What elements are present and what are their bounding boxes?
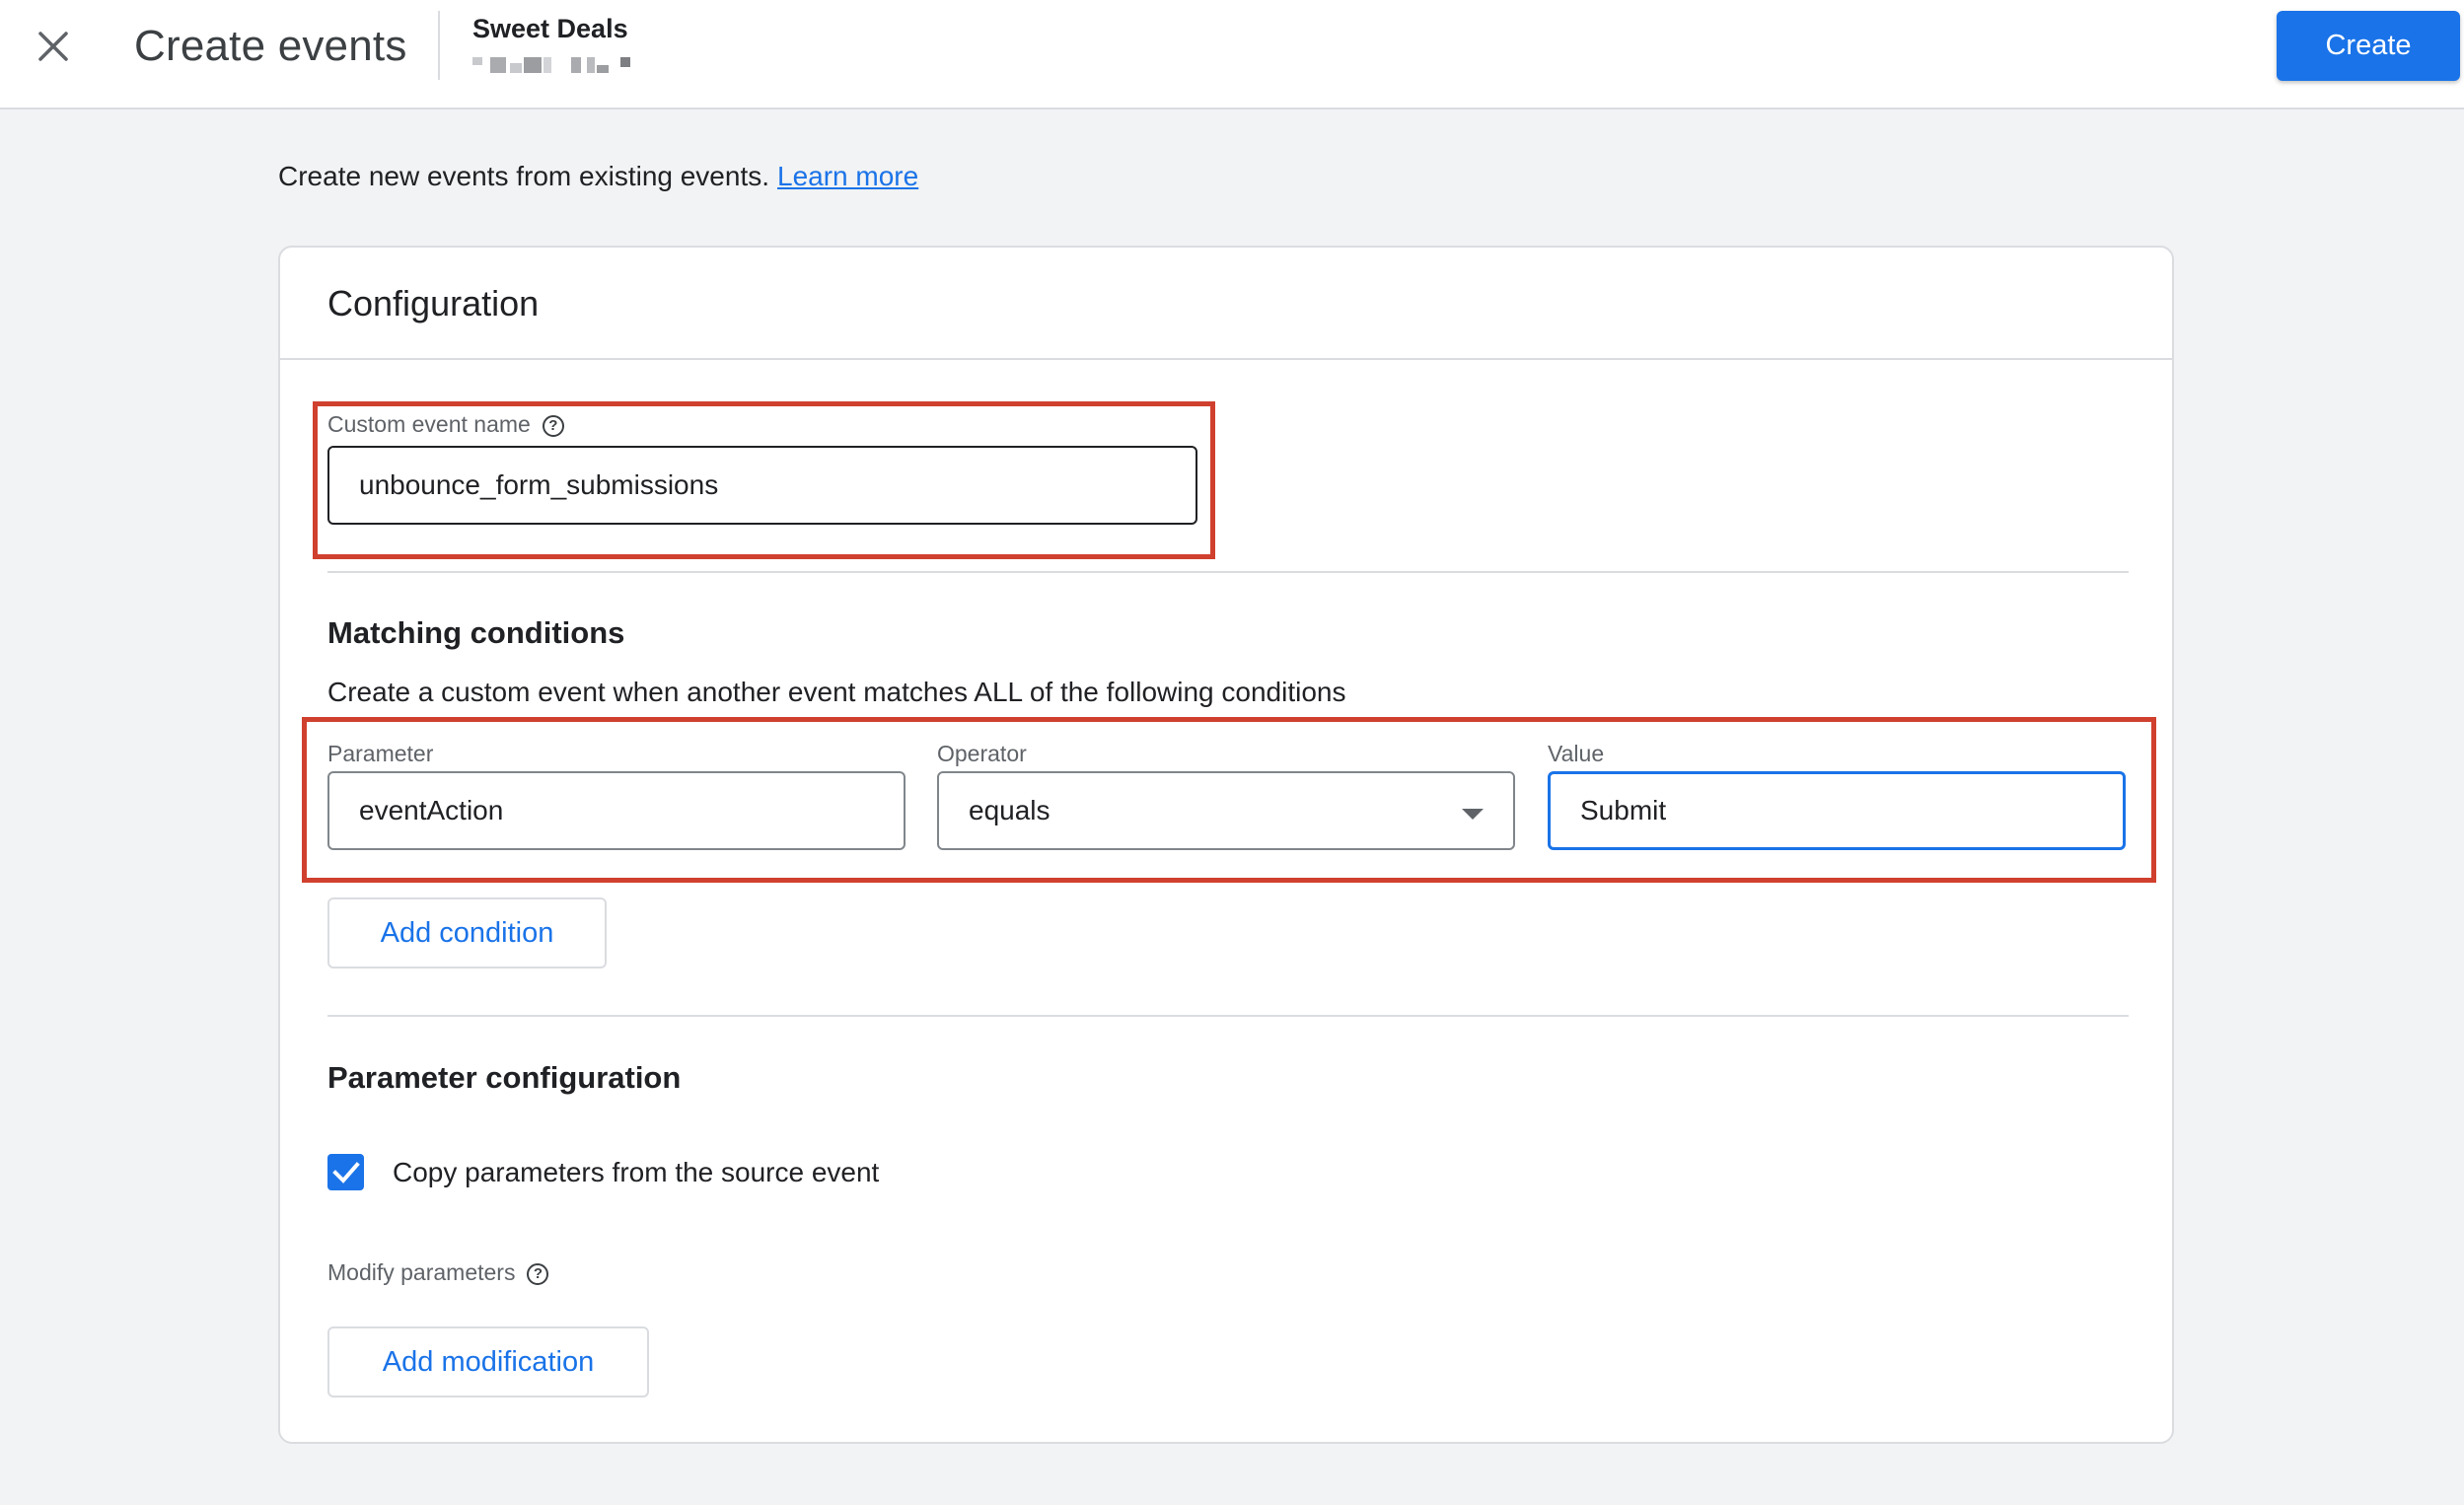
modify-parameters-label-text: Modify parameters <box>327 1259 516 1285</box>
card-header-divider <box>280 358 2172 360</box>
intro-text: Create new events from existing events. L… <box>278 161 918 192</box>
matching-conditions-description: Create a custom event when another event… <box>327 677 1346 707</box>
operator-label: Operator <box>937 741 1027 766</box>
custom-event-name-label: Custom event name? <box>327 411 564 438</box>
account-name: Sweet Deals <box>472 14 628 43</box>
section-divider <box>327 1015 2129 1017</box>
value-input[interactable]: Submit <box>1548 771 2126 850</box>
operator-select[interactable]: equals <box>937 771 1515 850</box>
page-title: Create events <box>134 22 407 70</box>
dropdown-arrow-icon <box>1462 809 1484 820</box>
learn-more-link[interactable]: Learn more <box>777 161 918 191</box>
intro-description: Create new events from existing events. <box>278 161 770 191</box>
header-divider <box>438 11 440 80</box>
account-id-redacted <box>472 53 634 75</box>
help-icon[interactable]: ? <box>527 1262 549 1285</box>
create-button[interactable]: Create <box>2277 11 2460 81</box>
close-icon <box>38 32 68 61</box>
matching-conditions-title: Matching conditions <box>327 615 625 650</box>
value-label: Value <box>1548 741 1605 766</box>
card-title: Configuration <box>327 283 540 323</box>
top-app-bar: Create events Sweet Deals Create <box>0 0 2464 109</box>
custom-event-name-input[interactable]: unbounce_form_submissions <box>327 446 1197 525</box>
modify-parameters-label: Modify parameters? <box>327 1259 549 1286</box>
operator-value: equals <box>969 795 1051 825</box>
section-divider <box>327 571 2129 573</box>
value-value: Submit <box>1580 795 1667 825</box>
parameter-value: eventAction <box>359 795 504 825</box>
close-button[interactable] <box>34 27 73 66</box>
copy-parameters-checkbox[interactable] <box>327 1154 364 1190</box>
help-icon[interactable]: ? <box>542 414 564 437</box>
add-modification-button[interactable]: Add modification <box>327 1326 649 1398</box>
configuration-card: Configuration Custom event name? unbounc… <box>278 246 2174 1444</box>
parameter-configuration-title: Parameter configuration <box>327 1060 682 1095</box>
add-condition-button[interactable]: Add condition <box>327 897 607 968</box>
custom-event-name-label-text: Custom event name <box>327 411 531 437</box>
custom-event-name-value: unbounce_form_submissions <box>359 469 719 500</box>
parameter-label: Parameter <box>327 741 434 766</box>
copy-parameters-label: Copy parameters from the source event <box>393 1157 880 1187</box>
parameter-input[interactable]: eventAction <box>327 771 906 850</box>
checkmark-icon <box>331 1161 360 1183</box>
